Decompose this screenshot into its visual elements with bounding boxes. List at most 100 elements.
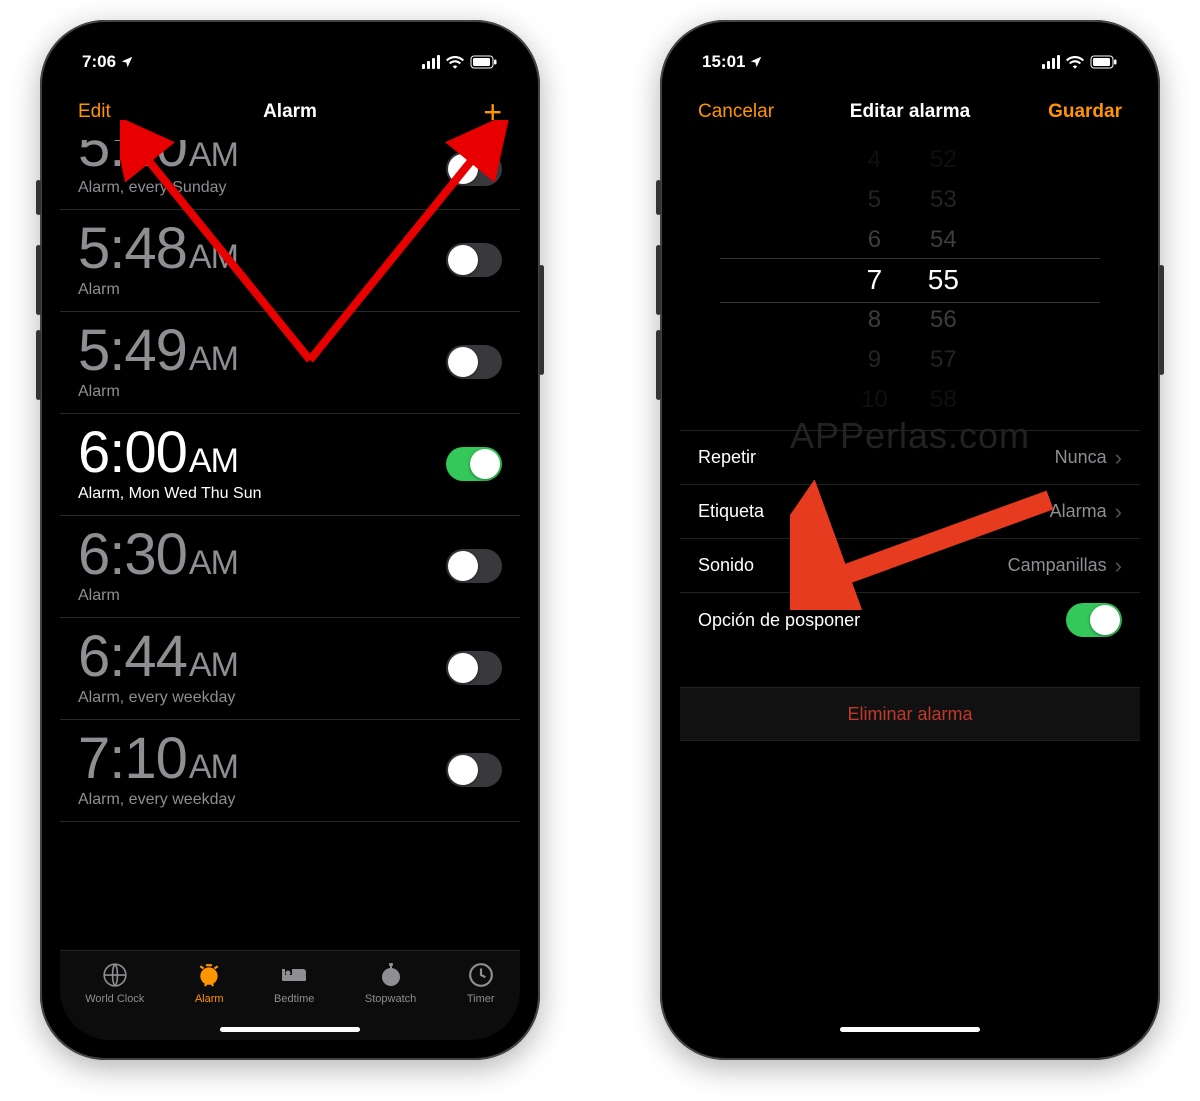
picker-value: 5 (868, 180, 881, 220)
tab-stopwatch[interactable]: Stopwatch (365, 961, 416, 1005)
picker-value: 52 (930, 140, 957, 180)
save-button[interactable]: Guardar (1048, 101, 1122, 123)
notch (805, 40, 1015, 72)
alarm-row[interactable]: 5:40AM Alarm, every Sunday (60, 140, 520, 210)
picker-minutes[interactable]: 52535455565758 (928, 140, 959, 420)
alarm-info: 5:49AM Alarm (78, 322, 238, 401)
alarm-info: 6:44AMAlarm, every weekday (78, 628, 238, 707)
location-icon (120, 55, 134, 69)
picker-value: 6 (868, 220, 881, 260)
home-indicator[interactable] (220, 1027, 360, 1032)
alarm-row[interactable]: 7:10AMAlarm, every weekday (60, 720, 520, 822)
picker-value: 55 (928, 260, 959, 300)
picker-value: 56 (930, 300, 957, 340)
alarm-toggle[interactable] (446, 549, 502, 583)
alarm-info: 5:40AM Alarm, every Sunday (78, 140, 238, 197)
tab-world-clock[interactable]: World Clock (85, 961, 144, 1005)
alarm-info: 6:30AMAlarm (78, 526, 238, 605)
label: Opción de posponer (698, 610, 860, 631)
chevron-right-icon: › (1115, 501, 1122, 523)
row-sound[interactable]: Sonido Campanillas › (680, 539, 1140, 593)
battery-icon (1090, 55, 1118, 69)
wifi-icon (1066, 55, 1084, 69)
alarm-toggle[interactable] (446, 651, 502, 685)
alarm-row[interactable]: 6:00AM Alarm, Mon Wed Thu Sun (60, 414, 520, 516)
globe-icon (101, 961, 129, 989)
alarm-toggle[interactable] (446, 753, 502, 787)
label: Etiqueta (698, 501, 764, 522)
picker-value: 10 (861, 380, 888, 420)
home-indicator[interactable] (840, 1027, 980, 1032)
picker-value: 57 (930, 340, 957, 380)
alarm-toggle[interactable] (446, 345, 502, 379)
wifi-icon (446, 55, 464, 69)
picker-value: 4 (868, 140, 881, 180)
picker-value: 53 (930, 180, 957, 220)
alarm-row[interactable]: 6:30AMAlarm (60, 516, 520, 618)
alarm-info: 7:10AMAlarm, every weekday (78, 730, 238, 809)
screen-right: 15:01 Cancelar Editar alarma Guardar APP… (680, 40, 1140, 1040)
alarm-row[interactable]: 5:48AMAlarm (60, 210, 520, 312)
alarm-time: 6:44AM (78, 628, 238, 686)
value: Alarma (1050, 501, 1107, 522)
alarm-row[interactable]: 5:49AM Alarm (60, 312, 520, 414)
snooze-toggle[interactable] (1066, 603, 1122, 637)
stopwatch-icon (377, 961, 405, 989)
picker-hours[interactable]: 45678910 (861, 140, 888, 420)
alarm-sublabel: Alarm, every weekday (78, 791, 238, 809)
alarm-info: 6:00AM Alarm, Mon Wed Thu Sun (78, 424, 262, 503)
tab-label: Timer (467, 993, 495, 1005)
page-title: Alarm (60, 101, 520, 123)
picker-value: 54 (930, 220, 957, 260)
alarm-sublabel: Alarm, Mon Wed Thu Sun (78, 485, 262, 503)
edit-button[interactable]: Edit (78, 101, 111, 123)
delete-alarm-button[interactable]: Eliminar alarma (680, 687, 1140, 741)
tab-label: Stopwatch (365, 993, 416, 1005)
screen-left: 7:06 Edit Alarm + 5:40AM Alarm, every Sun… (60, 40, 520, 1040)
alarm-list[interactable]: 5:40AMAlarm, every Sunday5:48AMAlarm5:49… (60, 140, 520, 822)
label: Sonido (698, 555, 754, 576)
alarm-sublabel: Alarm, every Sunday (78, 179, 238, 197)
chevron-right-icon: › (1115, 555, 1122, 577)
alarm-sublabel: Alarm (78, 587, 238, 605)
watermark: APPerlas.com (680, 415, 1140, 457)
alarm-time: 6:00AM (78, 424, 262, 482)
alarm-info: 5:48AMAlarm (78, 220, 238, 299)
alarm-toggle[interactable] (446, 243, 502, 277)
time-picker[interactable]: 45678910 52535455565758 (680, 140, 1140, 420)
alarm-time: 5:48AM (78, 220, 238, 278)
row-label[interactable]: Etiqueta Alarma › (680, 485, 1140, 539)
value: Campanillas (1008, 555, 1107, 576)
signal-icon (1042, 55, 1060, 69)
navbar: Edit Alarm + (60, 84, 520, 140)
alarm-sublabel: Alarm (78, 383, 238, 401)
picker-value: 58 (930, 380, 957, 420)
tab-bedtime[interactable]: Bedtime (274, 961, 314, 1005)
alarm-row[interactable]: 6:44AMAlarm, every weekday (60, 618, 520, 720)
alarm-time: 5:49AM (78, 322, 238, 380)
picker-value: 8 (868, 300, 881, 340)
alarm-time: 5:40AM (78, 140, 238, 176)
alarm-toggle[interactable] (446, 152, 502, 186)
tab-alarm[interactable]: Alarm (195, 961, 224, 1005)
add-button[interactable]: + (483, 96, 502, 128)
cancel-button[interactable]: Cancelar (698, 101, 774, 123)
status-time: 15:01 (702, 52, 745, 72)
signal-icon (422, 55, 440, 69)
phone-right: 15:01 Cancelar Editar alarma Guardar APP… (660, 20, 1160, 1060)
status-time: 7:06 (82, 52, 116, 72)
picker-value: 9 (868, 340, 881, 380)
alarm-settings: Repetir Nunca› Etiqueta Alarma› Sonido C… (680, 430, 1140, 647)
phone-left: 7:06 Edit Alarm + 5:40AM Alarm, every Sun… (40, 20, 540, 1060)
tab-label: World Clock (85, 993, 144, 1005)
tab-timer[interactable]: Timer (467, 961, 495, 1005)
location-icon (749, 55, 763, 69)
navbar: Cancelar Editar alarma Guardar (680, 84, 1140, 140)
alarm-toggle[interactable] (446, 447, 502, 481)
tab-label: Bedtime (274, 993, 314, 1005)
tab-label: Alarm (195, 993, 224, 1005)
bed-icon (280, 961, 308, 989)
timer-icon (467, 961, 495, 989)
battery-icon (470, 55, 498, 69)
alarm-clock-icon (195, 961, 223, 989)
